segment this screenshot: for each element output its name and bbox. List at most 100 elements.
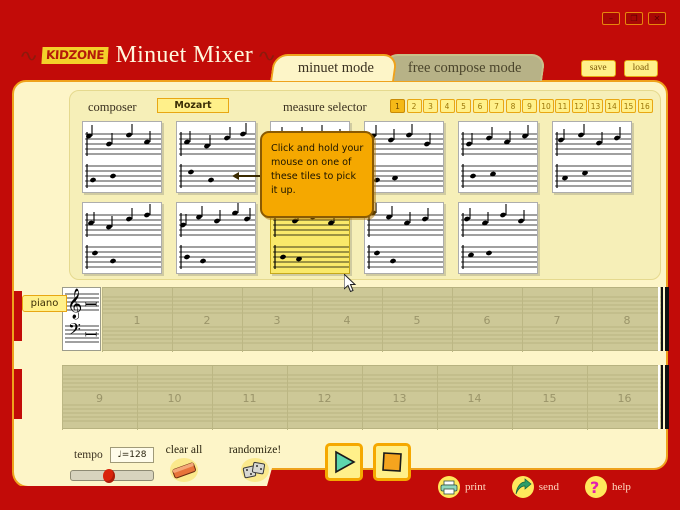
save-button[interactable]: save <box>580 60 616 77</box>
music-tile[interactable] <box>364 121 444 193</box>
svg-text:𝄩: 𝄩 <box>85 326 97 344</box>
play-button[interactable] <box>325 443 363 481</box>
measure-barline <box>522 288 523 352</box>
music-tile[interactable] <box>82 202 162 274</box>
measure-number-8: 8 <box>623 314 631 327</box>
measure-number-5: 5 <box>413 314 421 327</box>
measure-number-1: 1 <box>133 314 141 327</box>
mouse-cursor <box>344 274 357 293</box>
tempo-value[interactable]: ♩=128 <box>110 447 154 463</box>
measure-track-row-1[interactable]: 1 2 3 4 5 6 7 8 <box>102 287 662 352</box>
tile-notation-icon <box>85 124 161 188</box>
tile-notation-icon <box>367 203 443 269</box>
measure-selector-cell-8[interactable]: 8 <box>505 99 521 113</box>
measure-selector-cell-9[interactable]: 9 <box>522 99 537 113</box>
staff-system-row-1: piano 𝄞 𝄢 𝄩 � <box>14 287 670 352</box>
page-title: Minuet Mixer <box>115 42 254 68</box>
tile-notation-icon <box>179 123 255 188</box>
svg-text:𝄩: 𝄩 <box>85 296 97 314</box>
help-label: help <box>611 481 631 493</box>
measure-barline <box>212 366 213 430</box>
measure-selector-cell-15[interactable]: 15 <box>621 99 636 113</box>
svg-text:𝄢: 𝄢 <box>68 319 81 343</box>
load-button[interactable]: load <box>623 60 658 77</box>
tooltip-callout: Click and hold your mouse on one of thes… <box>260 131 374 218</box>
randomize-button[interactable]: randomize! <box>216 444 294 488</box>
measure-selector-cell-5[interactable]: 5 <box>456 99 471 113</box>
transport-controls <box>325 443 411 481</box>
tile-notation-icon <box>461 125 537 188</box>
maximize-icon[interactable]: ❐ <box>625 12 643 25</box>
randomize-label: randomize! <box>228 444 282 456</box>
tempo-slider-knob[interactable] <box>103 469 115 483</box>
help-button[interactable]: ? help <box>584 476 631 498</box>
measure-selector-cell-1[interactable]: 1 <box>390 99 405 113</box>
tile-notation-icon <box>367 124 443 188</box>
board-header: composer Mozart measure selector 1234567… <box>70 98 660 116</box>
measure-barline <box>437 366 438 430</box>
measure-selector-cell-3[interactable]: 3 <box>423 99 438 113</box>
end-barline-icon-2 <box>658 365 669 429</box>
measure-selector-cell-10[interactable]: 10 <box>538 99 554 113</box>
measure-number-15: 15 <box>542 392 557 405</box>
tab-free-compose-mode[interactable]: free compose mode <box>380 54 546 81</box>
measure-track-row-2[interactable]: 9 10 11 12 13 14 15 16 <box>62 365 662 430</box>
measure-selector-cell-12[interactable]: 12 <box>571 99 587 113</box>
tab-minuet-mode-label: minuet mode <box>297 60 374 76</box>
print-button[interactable]: print <box>438 476 486 498</box>
measure-barline <box>172 288 173 352</box>
close-icon[interactable]: ✕ <box>648 12 666 25</box>
measure-selector-cell-6[interactable]: 6 <box>472 99 488 113</box>
kidzone-logo: KIDZONE <box>41 47 110 64</box>
send-button[interactable]: send <box>511 476 559 498</box>
tempo-label: tempo <box>74 449 103 461</box>
stop-button[interactable] <box>373 443 411 481</box>
clef-box-row-1: 𝄞 𝄢 𝄩 𝄩 <box>62 287 101 351</box>
app-window: – ❐ ✕ ∿ KIDZONE Minuet Mixer ∿ minuet mo… <box>0 0 680 510</box>
send-label: send <box>538 481 559 493</box>
composer-label: composer <box>88 100 137 114</box>
measure-selector-cell-4[interactable]: 4 <box>439 99 455 113</box>
measure-number-10: 10 <box>167 392 182 405</box>
tab-minuet-mode[interactable]: minuet mode <box>270 54 399 81</box>
minimize-icon[interactable]: – <box>602 12 620 25</box>
play-icon <box>335 450 356 474</box>
measure-selector-cell-16[interactable]: 16 <box>637 99 653 113</box>
measure-barline <box>137 366 138 430</box>
measure-number-9: 9 <box>96 392 103 405</box>
measure-barline <box>452 288 453 352</box>
measure-selector-cell-2[interactable]: 2 <box>406 99 422 113</box>
stop-icon <box>382 452 402 472</box>
measure-selector-cell-14[interactable]: 14 <box>604 99 620 113</box>
measure-number-13: 13 <box>392 392 407 405</box>
measure-barline <box>62 366 63 430</box>
measure-number-14: 14 <box>467 392 482 405</box>
tab-free-compose-mode-label: free compose mode <box>407 60 522 76</box>
measure-selector-cell-13[interactable]: 13 <box>588 99 603 113</box>
measure-number-16: 16 <box>617 392 632 405</box>
measure-number-12: 12 <box>317 392 332 405</box>
send-arrow-icon <box>511 476 534 498</box>
tile-notation-icon <box>461 204 537 269</box>
end-barline-icon-1 <box>658 287 669 351</box>
music-tile[interactable] <box>458 202 538 274</box>
music-tile[interactable] <box>176 202 256 274</box>
clear-all-button[interactable]: clear all <box>152 444 216 488</box>
footer-actions: print send ? help <box>438 476 631 498</box>
music-tile[interactable] <box>552 121 632 193</box>
tempo-slider[interactable] <box>70 469 154 483</box>
staff-label-piano-1[interactable]: piano <box>22 295 67 312</box>
music-tile[interactable] <box>82 121 162 193</box>
measure-selector-cell-11[interactable]: 11 <box>555 99 570 113</box>
music-tile[interactable] <box>364 202 444 274</box>
measure-barline <box>587 366 588 430</box>
svg-text:?: ? <box>590 478 599 496</box>
measure-selector-label: measure selector <box>283 100 367 114</box>
music-tile[interactable] <box>458 121 538 193</box>
measure-selector-cell-7[interactable]: 7 <box>489 99 504 113</box>
measure-barline <box>592 288 593 352</box>
music-tile[interactable] <box>176 121 256 193</box>
measure-barline <box>512 366 513 430</box>
clef-staff-icon: 𝄞 𝄢 𝄩 𝄩 <box>65 288 99 344</box>
composer-select[interactable]: Mozart <box>157 98 229 113</box>
